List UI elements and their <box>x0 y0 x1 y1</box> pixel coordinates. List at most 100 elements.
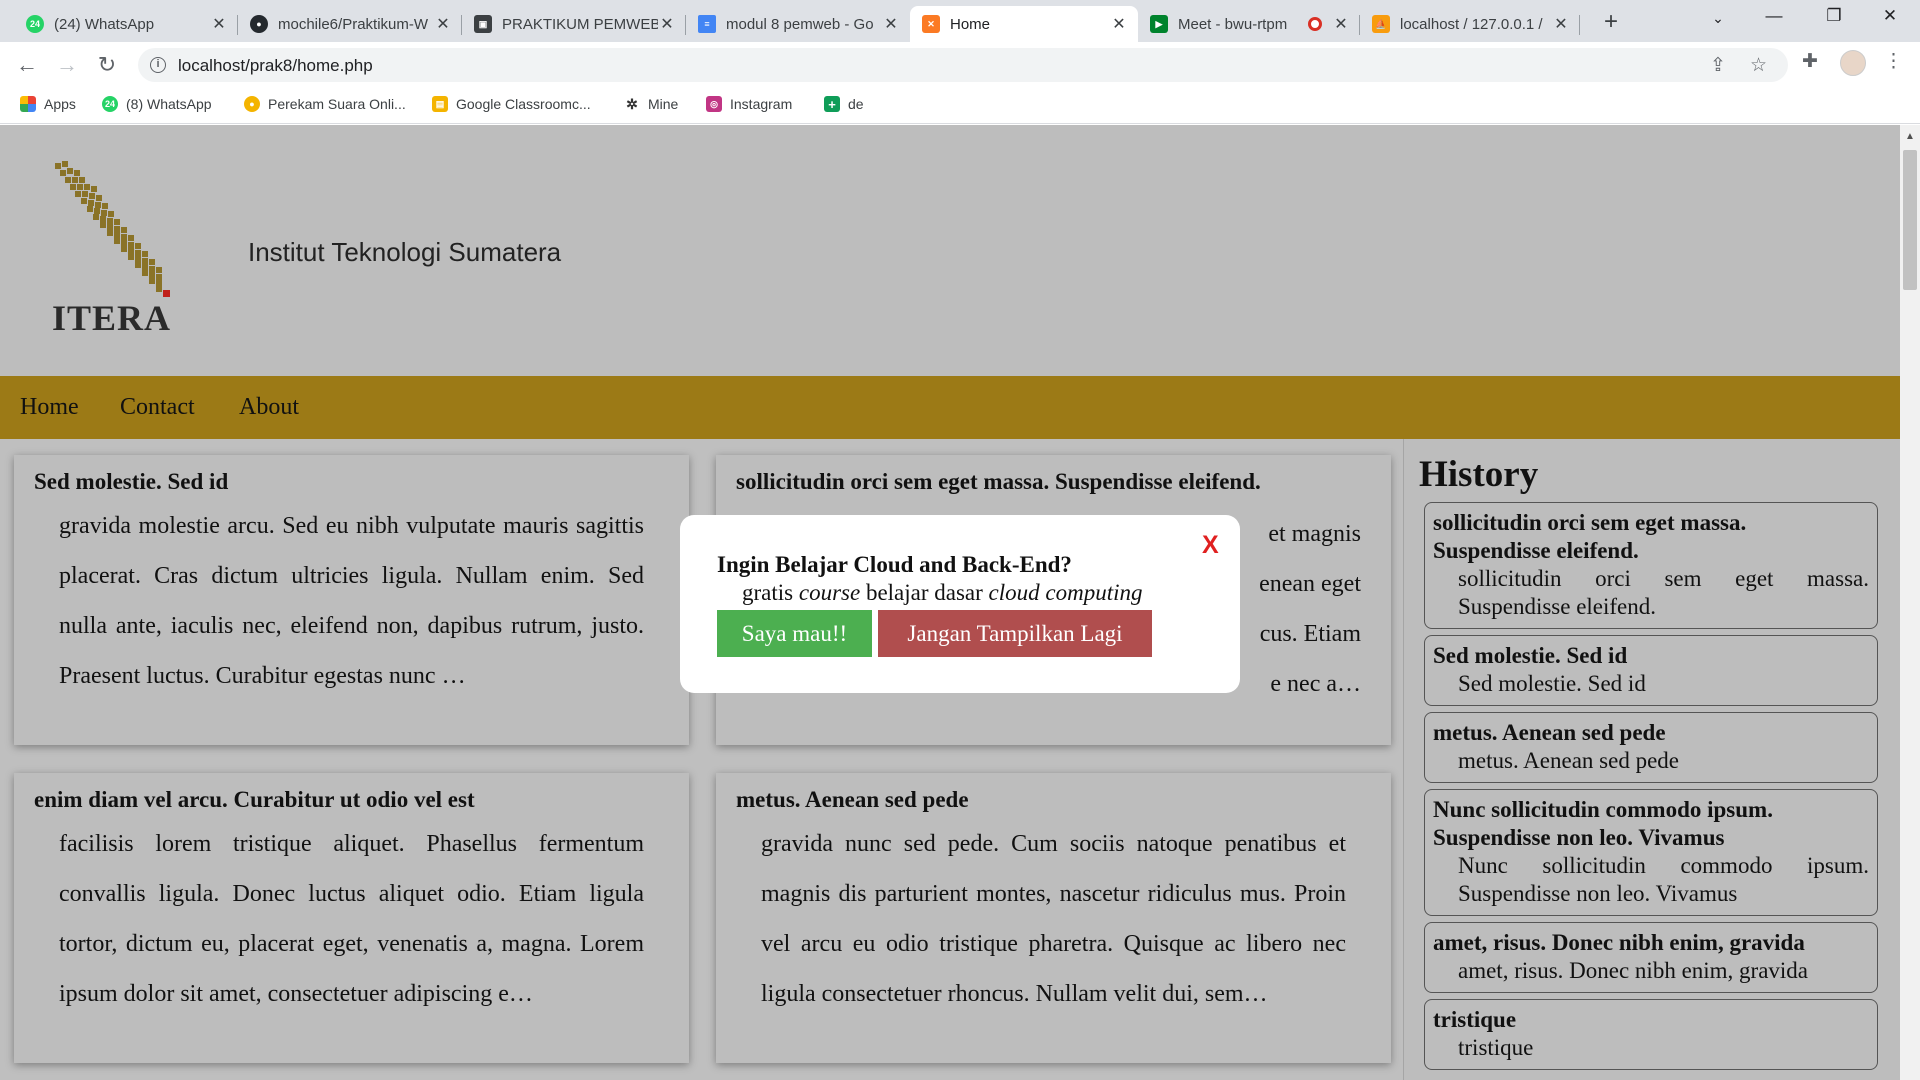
accept-button[interactable]: Saya mau!! <box>717 610 872 657</box>
history-item[interactable]: Nunc sollicitudin commodo ipsum. Suspend… <box>1424 789 1878 916</box>
tab-praktikum[interactable]: ▣ PRAKTIKUM PEMWEB ✕ <box>462 6 686 42</box>
tab-label: localhost / 127.0.0.1 / <box>1400 15 1543 33</box>
close-icon[interactable]: ✕ <box>210 14 228 34</box>
tab-google-docs[interactable]: ≡ modul 8 pemweb - Go ✕ <box>686 6 910 42</box>
page-viewport: ITERA Institut Teknologi Sumatera Home C… <box>0 125 1900 1080</box>
close-icon[interactable]: ✕ <box>1552 14 1570 34</box>
minimize-icon[interactable]: — <box>1762 6 1786 26</box>
bookmark-recorder[interactable]: ● Perekam Suara Onli... <box>244 96 406 112</box>
whatsapp-icon: 24 <box>26 15 44 33</box>
tab-label: (24) WhatsApp <box>54 15 155 33</box>
tab-github[interactable]: ● mochile6/Praktikum-W ✕ <box>238 6 462 42</box>
avatar[interactable] <box>1840 50 1866 76</box>
history-title: History <box>1419 454 1539 495</box>
phpmyadmin-icon: ⛵ <box>1372 15 1390 33</box>
instagram-icon: ◎ <box>706 96 722 112</box>
article-card[interactable]: enim diam vel arcu. Curabitur ut odio ve… <box>14 773 689 1063</box>
tab-phpmyadmin[interactable]: ⛵ localhost / 127.0.0.1 / ✕ <box>1360 6 1580 42</box>
history-item[interactable]: amet, risus. Donec nibh enim, gravida am… <box>1424 922 1878 993</box>
modal-subtext-emphasis: course <box>798 580 861 605</box>
nav-contact[interactable]: Contact <box>120 394 195 421</box>
nav-about[interactable]: About <box>239 394 299 421</box>
new-tab-icon[interactable]: + <box>1598 8 1624 36</box>
id-card-icon: ▣ <box>474 15 492 33</box>
browser-tab-bar: 24 (24) WhatsApp ✕ ● mochile6/Praktikum-… <box>0 0 1920 42</box>
menu-dots-icon[interactable]: ⋮ <box>1884 50 1903 73</box>
close-icon[interactable]: ✕ <box>882 14 900 34</box>
tab-whatsapp[interactable]: 24 (24) WhatsApp ✕ <box>14 6 238 42</box>
sheets-plus-icon: + <box>824 96 840 112</box>
info-icon[interactable]: i <box>150 57 166 73</box>
article-title: enim diam vel arcu. Curabitur ut odio ve… <box>34 787 475 812</box>
forward-icon[interactable]: → <box>52 50 82 80</box>
bookmark-label: Perekam Suara Onli... <box>268 96 406 112</box>
article-body: gravida molestie arcu. Sed eu nibh vulpu… <box>59 513 644 689</box>
article-body-fragment: e nec a… <box>1270 671 1361 697</box>
bookmark-star-icon[interactable]: ☆ <box>1750 54 1767 77</box>
scroll-up-arrow-icon[interactable]: ▲ <box>1905 131 1915 142</box>
close-icon[interactable]: ✕ <box>434 14 452 34</box>
dont-show-again-button[interactable]: Jangan Tampilkan Lagi <box>878 610 1152 657</box>
article-title: sollicitudin orci sem eget massa. Suspen… <box>736 469 1261 494</box>
whatsapp-icon: 24 <box>102 96 118 112</box>
tab-label: mochile6/Praktikum-W <box>278 15 429 33</box>
history-item-desc: tristique <box>1458 1035 1534 1060</box>
bookmark-whatsapp[interactable]: 24 (8) WhatsApp <box>102 96 212 112</box>
bookmark-label: Google Classroomc... <box>456 96 591 112</box>
share-icon[interactable]: ⇪ <box>1710 54 1726 77</box>
history-item-desc: sollicitudin orci sem eget massa. Suspen… <box>1458 566 1869 619</box>
history-sidebar: History sollicitudin orci sem eget massa… <box>1403 439 1900 1080</box>
bookmark-apps[interactable]: Apps <box>20 96 76 112</box>
scroll-thumb[interactable] <box>1903 150 1917 290</box>
modal-close-button[interactable]: X <box>1202 531 1219 560</box>
bookmark-label: (8) WhatsApp <box>126 96 212 112</box>
window-close-icon[interactable]: ✕ <box>1878 6 1902 26</box>
bookmark-mine[interactable]: ✲ Mine <box>624 96 678 112</box>
modal-subtext-part: gratis <box>742 580 799 605</box>
close-icon[interactable]: ✕ <box>1332 14 1350 34</box>
history-item-title: metus. Aenean sed pede <box>1433 720 1666 745</box>
history-item-desc: Nunc sollicitudin commodo ipsum. Suspend… <box>1458 853 1869 906</box>
restore-icon[interactable]: ❐ <box>1822 6 1846 26</box>
bookmarks-bar: Apps 24 (8) WhatsApp ● Perekam Suara Onl… <box>0 88 1920 124</box>
mine-icon: ✲ <box>624 96 640 112</box>
address-bar[interactable]: i localhost/prak8/home.php ⇪ ☆ <box>138 48 1788 82</box>
close-icon[interactable]: ✕ <box>1110 14 1128 34</box>
history-item[interactable]: Sed molestie. Sed id Sed molestie. Sed i… <box>1424 635 1878 706</box>
tab-google-meet[interactable]: ▶ Meet - bwu-rtpm ✕ <box>1138 6 1360 42</box>
article-body-fragment: et magnis <box>1268 521 1361 547</box>
bookmark-classroom[interactable]: ▤ Google Classroomc... <box>432 96 591 112</box>
nav-home[interactable]: Home <box>20 394 79 421</box>
tab-label: modul 8 pemweb - Go <box>726 15 874 33</box>
history-item[interactable]: sollicitudin orci sem eget massa. Suspen… <box>1424 502 1878 629</box>
history-item[interactable]: tristique tristique <box>1424 999 1878 1070</box>
url-text: localhost/prak8/home.php <box>178 56 373 75</box>
history-item-title: tristique <box>1433 1007 1517 1032</box>
page-scrollbar[interactable]: ▲ <box>1900 125 1920 1080</box>
modal-subtext-emphasis: cloud computing <box>988 580 1143 605</box>
history-item-desc: metus. Aenean sed pede <box>1458 748 1679 773</box>
xampp-icon: ✕ <box>922 15 940 33</box>
tab-label: Home <box>950 15 991 33</box>
history-item-title: Nunc sollicitudin commodo ipsum. Suspend… <box>1433 797 1773 850</box>
classroom-icon: ▤ <box>432 96 448 112</box>
recorder-icon: ● <box>244 96 260 112</box>
logo-wordmark: ITERA <box>52 298 172 338</box>
article-title: Sed molestie. Sed id <box>34 469 229 494</box>
google-docs-icon: ≡ <box>698 15 716 33</box>
bookmark-instagram[interactable]: ◎ Instagram <box>706 96 792 112</box>
bookmark-de[interactable]: + de <box>824 96 864 112</box>
bookmark-label: de <box>848 96 864 112</box>
article-body-fragment: cus. Etiam <box>1259 621 1361 647</box>
close-icon[interactable]: ✕ <box>658 14 676 34</box>
article-body-fragment: enean eget <box>1259 571 1361 597</box>
reload-icon[interactable]: ↻ <box>92 50 122 80</box>
tab-home[interactable]: ✕ Home ✕ <box>910 6 1138 42</box>
article-card[interactable]: metus. Aenean sed pede gravida nunc sed … <box>716 773 1391 1063</box>
extensions-icon[interactable]: ✚ <box>1802 50 1818 73</box>
site-nav: Home Contact About <box>0 376 1900 439</box>
back-icon[interactable]: ← <box>12 50 42 80</box>
history-item[interactable]: metus. Aenean sed pede metus. Aenean sed… <box>1424 712 1878 783</box>
article-card[interactable]: Sed molestie. Sed id gravida molestie ar… <box>14 455 689 745</box>
tab-search-icon[interactable]: ⌄ <box>1706 10 1730 27</box>
